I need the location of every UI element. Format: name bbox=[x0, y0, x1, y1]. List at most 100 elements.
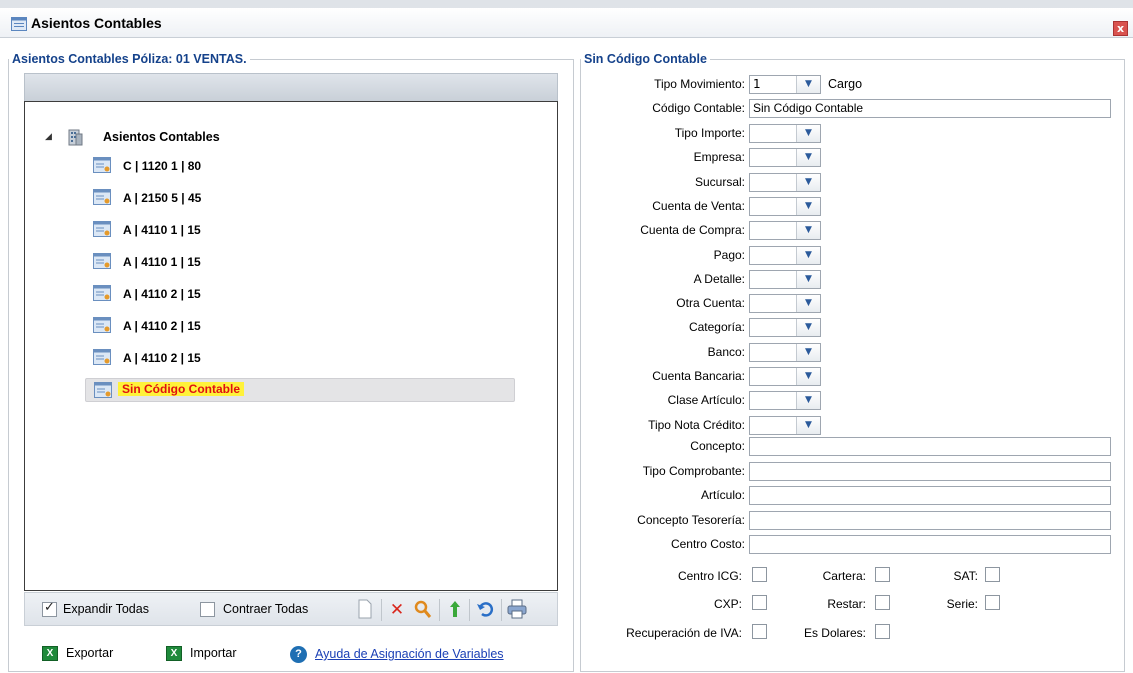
codigo-contable-field[interactable]: Sin Código Contable bbox=[749, 99, 1111, 118]
tree-node-label: A | 4110 2 | 15 bbox=[123, 319, 201, 333]
combo-field-select[interactable]: ▼ bbox=[749, 415, 821, 435]
printer-icon[interactable] bbox=[507, 599, 527, 621]
recuperacion-iva-checkbox[interactable] bbox=[752, 624, 767, 639]
text-field-label: Centro Costo: bbox=[670, 537, 745, 551]
import-button[interactable]: X Importar bbox=[166, 646, 237, 666]
text-field-input[interactable] bbox=[749, 461, 1111, 481]
chevron-down-icon[interactable]: ▼ bbox=[796, 392, 820, 410]
combo-field-select[interactable]: ▼ bbox=[749, 148, 821, 168]
serie-label: Serie: bbox=[946, 597, 978, 611]
top-strip bbox=[0, 0, 1133, 8]
window-title: Asientos Contables bbox=[31, 15, 162, 31]
tree-node-selected[interactable]: Sin Código Contable bbox=[85, 378, 515, 402]
combo-field-select[interactable]: ▼ bbox=[749, 124, 821, 143]
chevron-down-icon[interactable]: ▼ bbox=[796, 173, 820, 191]
combo-field-select[interactable]: ▼ bbox=[749, 196, 821, 216]
tree-view: ◢ Asientos Contables C | 1120 1 | 80 A | … bbox=[24, 101, 558, 591]
chevron-down-icon[interactable]: ▼ bbox=[796, 368, 820, 385]
ledger-entry-icon bbox=[94, 382, 112, 398]
chevron-down-icon[interactable]: ▼ bbox=[796, 270, 820, 288]
combo-field-select[interactable]: ▼ bbox=[749, 294, 821, 314]
combo-field-label: Tipo Nota Crédito: bbox=[648, 417, 745, 432]
tree-node-label: A | 4110 1 | 15 bbox=[123, 223, 201, 237]
tree-node[interactable]: A | 4110 2 | 15 bbox=[85, 282, 515, 306]
tree-node-label: A | 4110 1 | 15 bbox=[123, 255, 201, 269]
help-link[interactable]: ? Ayuda de Asignación de Variables bbox=[290, 646, 504, 666]
new-document-icon[interactable] bbox=[355, 599, 375, 621]
toolbar-separator bbox=[381, 599, 382, 621]
sat-checkbox[interactable] bbox=[985, 567, 1000, 582]
chevron-down-icon[interactable]: ▼ bbox=[796, 125, 820, 142]
tree-toolbar: Expandir Todas Contraer Todas ✕ bbox=[24, 592, 558, 626]
combo-field-label: Pago: bbox=[713, 247, 745, 262]
combo-field-select[interactable]: ▼ bbox=[749, 318, 821, 338]
excel-icon: X bbox=[42, 646, 58, 662]
expand-triangle-icon[interactable]: ◢ bbox=[45, 132, 52, 142]
text-field-input[interactable] bbox=[749, 510, 1111, 530]
tipo-movimiento-select[interactable]: 1 ▼ bbox=[749, 75, 821, 94]
cartera-checkbox[interactable] bbox=[875, 567, 890, 582]
close-button[interactable]: x bbox=[1113, 21, 1128, 36]
ledger-entry-icon bbox=[93, 317, 111, 333]
building-icon bbox=[68, 129, 83, 146]
es-dolares-checkbox[interactable] bbox=[875, 624, 890, 639]
undo-icon[interactable] bbox=[475, 599, 495, 621]
tree-node[interactable]: A | 4110 1 | 15 bbox=[85, 250, 515, 274]
tree-node[interactable]: A | 2150 5 | 45 bbox=[85, 186, 515, 210]
ledger-entry-icon bbox=[93, 285, 111, 301]
chevron-down-icon[interactable]: ▼ bbox=[796, 76, 820, 93]
toolbar-separator bbox=[439, 599, 440, 621]
combo-field-label: Empresa: bbox=[693, 150, 745, 165]
serie-checkbox[interactable] bbox=[985, 595, 1000, 610]
combo-field-select[interactable]: ▼ bbox=[749, 342, 821, 362]
export-button[interactable]: X Exportar bbox=[42, 646, 113, 666]
chevron-down-icon[interactable]: ▼ bbox=[796, 295, 820, 313]
combo-field-select[interactable]: ▼ bbox=[749, 269, 821, 289]
text-field-input[interactable] bbox=[749, 535, 1111, 554]
ledger-entry-icon bbox=[93, 349, 111, 365]
tree-node[interactable]: C | 1120 1 | 80 bbox=[85, 154, 515, 178]
cxp-checkbox[interactable] bbox=[752, 595, 767, 610]
excel-icon: X bbox=[166, 646, 182, 662]
expand-all-checkbox[interactable] bbox=[42, 600, 57, 617]
tree-node[interactable]: A | 4110 1 | 15 bbox=[85, 218, 515, 242]
text-field-label: Artículo: bbox=[700, 488, 745, 502]
arrow-up-icon[interactable] bbox=[445, 599, 465, 621]
combo-field-label: Tipo Importe: bbox=[674, 126, 745, 140]
chevron-down-icon[interactable]: ▼ bbox=[796, 197, 820, 215]
restar-checkbox[interactable] bbox=[875, 595, 890, 610]
combo-field-label: Banco: bbox=[707, 344, 745, 359]
chevron-down-icon[interactable]: ▼ bbox=[796, 222, 820, 240]
chevron-down-icon[interactable]: ▼ bbox=[796, 149, 820, 167]
tree-node-label: A | 4110 2 | 15 bbox=[123, 287, 201, 301]
sat-label: SAT: bbox=[953, 569, 978, 583]
combo-field-select[interactable]: ▼ bbox=[749, 367, 821, 386]
text-field-input[interactable] bbox=[749, 486, 1111, 505]
text-field-input[interactable] bbox=[749, 437, 1111, 456]
text-field-label: Concepto Tesorería: bbox=[637, 512, 745, 527]
combo-field-select[interactable]: ▼ bbox=[749, 172, 821, 192]
ledger-entry-icon bbox=[93, 221, 111, 237]
combo-field-label: Categoría: bbox=[688, 320, 745, 335]
text-field-label: Tipo Comprobante: bbox=[642, 463, 745, 478]
centro-icg-checkbox[interactable] bbox=[752, 567, 767, 582]
delete-x-icon[interactable]: ✕ bbox=[387, 599, 407, 621]
chevron-down-icon[interactable]: ▼ bbox=[796, 319, 820, 337]
combo-field-select[interactable]: ▼ bbox=[749, 221, 821, 241]
tree-node[interactable]: A | 4110 2 | 15 bbox=[85, 314, 515, 338]
combo-field-select[interactable]: ▼ bbox=[749, 245, 821, 265]
tipo-movimiento-suffix: Cargo bbox=[828, 77, 863, 91]
combo-field-select[interactable]: ▼ bbox=[749, 391, 821, 411]
help-link-label[interactable]: Ayuda de Asignación de Variables bbox=[315, 647, 504, 661]
tree-node-label: A | 2150 5 | 45 bbox=[123, 191, 202, 205]
cartera-label: Cartera: bbox=[822, 569, 866, 583]
chevron-down-icon[interactable]: ▼ bbox=[796, 246, 820, 264]
right-group-legend: Sin Código Contable bbox=[584, 52, 707, 66]
chevron-down-icon[interactable]: ▼ bbox=[796, 416, 820, 434]
tree-node[interactable]: A | 4110 2 | 15 bbox=[85, 346, 515, 370]
tipo-movimiento-value: 1 bbox=[753, 77, 761, 91]
magnifier-icon[interactable] bbox=[413, 599, 433, 621]
tree-node-label: C | 1120 1 | 80 bbox=[123, 159, 202, 173]
chevron-down-icon[interactable]: ▼ bbox=[796, 343, 820, 361]
collapse-all-checkbox[interactable] bbox=[200, 602, 215, 617]
